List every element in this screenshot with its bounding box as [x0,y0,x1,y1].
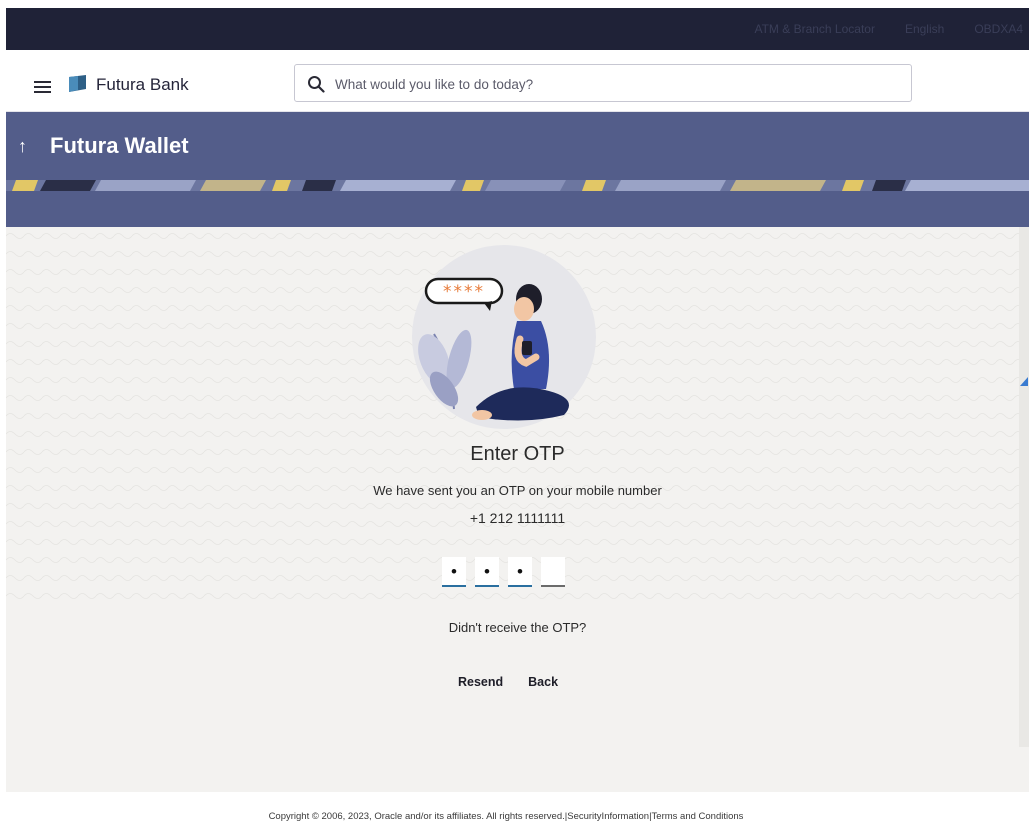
bubble-stars: **** [443,282,485,302]
atm-branch-locator-link[interactable]: ATM & Branch Locator [754,22,875,36]
copyright-text: Copyright © 2006, 2023, Oracle and/or it… [268,811,568,822]
search-input[interactable] [335,73,895,95]
otp-digit-4[interactable] [541,557,565,587]
side-panel-toggle-icon[interactable] [1020,377,1028,386]
footer-text: Copyright © 2006, 2023, Oracle and/or it… [6,811,1006,822]
user-menu[interactable]: OBDXA4 [974,22,1023,36]
mobile-number: +1 212 1111111 [469,510,566,526]
bank-logo-icon [69,75,86,92]
otp-input-group: • • • [442,557,565,587]
page: ATM & Branch Locator English OBDXA4 Futu… [0,0,1029,829]
otp-illustration: **** [412,245,596,429]
terms-link[interactable]: Terms and Conditions [652,811,744,822]
security-information-link[interactable]: SecurityInformation [567,811,649,822]
otp-digit-3[interactable]: • [508,557,532,587]
otp-digit-2[interactable]: • [475,557,499,587]
resend-button[interactable]: Resend [458,675,503,689]
language-selector[interactable]: English [905,22,944,36]
footer: Copyright © 2006, 2023, Oracle and/or it… [6,798,1029,829]
hamburger-icon[interactable] [34,81,51,94]
otp-actions: Resend Back [458,675,558,689]
otp-title: Enter OTP [470,443,565,465]
otp-digit-1[interactable]: • [442,557,466,587]
top-links: ATM & Branch Locator English OBDXA4 [754,22,1023,36]
main-content: **** Enter OTP We have sent you an OTP o… [6,227,1029,792]
back-button[interactable]: Back [528,675,558,689]
header: Futura Bank [6,50,1029,112]
top-bar: ATM & Branch Locator English OBDXA4 [6,8,1029,50]
search-box[interactable] [294,64,912,102]
otp-message: We have sent you an OTP on your mobile n… [373,483,662,498]
page-banner: ↑ Futura Wallet [6,112,1029,227]
page-title: Futura Wallet [50,133,189,158]
banner-pattern [6,180,1029,191]
right-edge-panel [1019,227,1029,747]
brand-name[interactable]: Futura Bank [96,75,189,95]
search-icon [308,76,325,93]
up-arrow-icon[interactable]: ↑ [18,136,27,157]
otp-not-received-text: Didn't receive the OTP? [448,620,587,635]
